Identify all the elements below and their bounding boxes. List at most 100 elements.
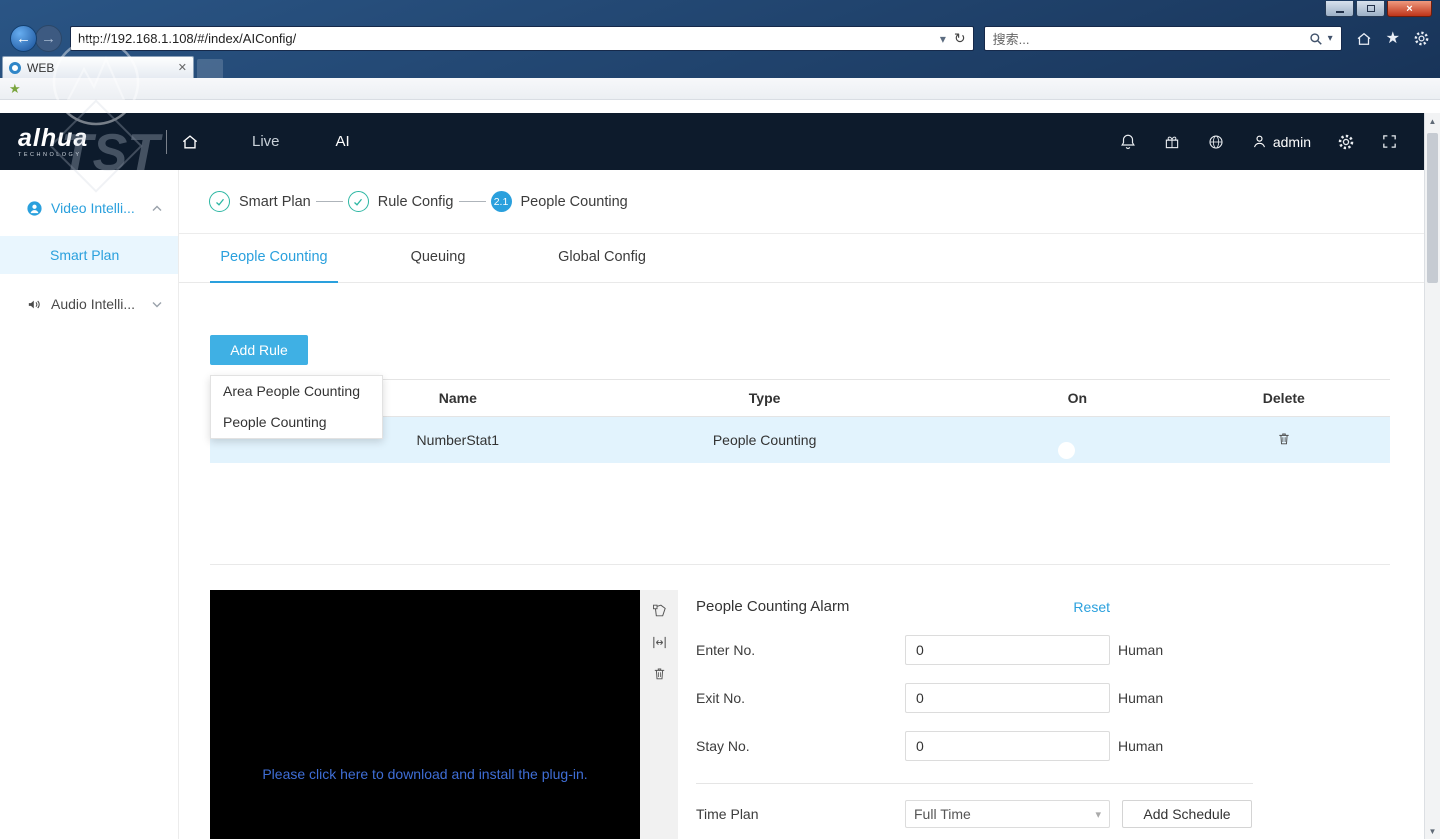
search-icon[interactable]: [1309, 32, 1323, 46]
sidebar-item-audio-intelligence[interactable]: Audio Intelli...: [0, 282, 178, 326]
fullscreen-icon[interactable]: [1381, 133, 1398, 150]
dahua-logo: alhua TECHNOLOGY: [0, 125, 166, 158]
add-rule-dropdown: Area People Counting People Counting: [210, 375, 383, 439]
chevron-up-icon: [152, 205, 162, 212]
brand-subtext: TECHNOLOGY: [18, 151, 82, 158]
add-rule-button[interactable]: Add Rule: [210, 335, 308, 365]
close-button[interactable]: ×: [1387, 1, 1432, 17]
step-label: Smart Plan: [239, 193, 311, 210]
time-plan-label: Time Plan: [696, 806, 759, 822]
col-header-delete: Delete: [1262, 390, 1305, 406]
new-tab-button[interactable]: [197, 59, 223, 78]
search-dropdown-icon[interactable]: ▾: [1328, 33, 1333, 44]
web-page: alhua TECHNOLOGY Live AI admin Video Int…: [0, 100, 1424, 839]
enter-no-label: Enter No.: [696, 642, 756, 658]
globe-icon[interactable]: [1207, 133, 1225, 151]
scrollbar-thumb[interactable]: [1427, 133, 1438, 283]
tab-title: WEB: [27, 60, 55, 75]
step-label: People Counting: [520, 193, 628, 210]
rules-table: Name Type On Delete NumberStat1 People C…: [210, 379, 1390, 565]
home-nav-icon[interactable]: [180, 132, 200, 152]
screen: × ← → http://192.168.1.108/#/index/AICon…: [0, 0, 1440, 839]
tab-close-icon[interactable]: ✕: [178, 61, 187, 74]
home-icon[interactable]: [1355, 30, 1373, 48]
tab-queuing[interactable]: Queuing: [374, 234, 502, 282]
favorites-icon[interactable]: ★: [1386, 30, 1400, 47]
close-icon: ×: [1406, 2, 1413, 15]
url-text: http://192.168.1.108/#/index/AIConfig/: [78, 31, 297, 46]
alarm-bell-icon[interactable]: [1119, 133, 1137, 151]
enter-no-unit: Human: [1118, 642, 1164, 658]
browser-tab[interactable]: WEB ✕: [2, 56, 194, 78]
col-header-on: On: [1067, 390, 1088, 406]
exit-no-unit: Human: [1118, 690, 1164, 706]
select-caret-icon: ▾: [1095, 808, 1101, 821]
user-menu[interactable]: admin: [1251, 133, 1311, 150]
header-right-icons: admin: [1119, 133, 1424, 151]
stay-no-input[interactable]: [905, 731, 1110, 761]
gear-icon[interactable]: [1337, 133, 1355, 151]
nav-ai[interactable]: AI: [336, 133, 350, 150]
draw-polygon-icon[interactable]: [651, 602, 668, 619]
rule-name: NumberStat1: [416, 432, 500, 448]
minimize-button[interactable]: [1325, 1, 1354, 17]
search-placeholder: 搜索...: [992, 32, 1030, 47]
settings-icon[interactable]: [1413, 30, 1430, 47]
scroll-up-arrow[interactable]: ▲: [1425, 113, 1440, 129]
preview-section: Please click here to download and instal…: [210, 590, 1390, 839]
maximize-button[interactable]: [1356, 1, 1385, 17]
menu-item-area-people-counting[interactable]: Area People Counting: [211, 376, 382, 407]
sidebar-item-smart-plan[interactable]: Smart Plan: [0, 236, 178, 274]
address-bar[interactable]: http://192.168.1.108/#/index/AIConfig/ ▾…: [70, 26, 974, 51]
delete-drawing-icon[interactable]: [652, 666, 667, 681]
col-header-type: Type: [748, 390, 781, 406]
plugin-download-link[interactable]: Please click here to download and instal…: [210, 766, 640, 782]
chevron-down-icon: [152, 301, 162, 308]
header-divider: [166, 129, 167, 154]
alarm-config-panel: People Counting Alarm Reset Enter No. Hu…: [696, 590, 1390, 839]
tab-people-counting[interactable]: People Counting: [210, 234, 338, 283]
time-plan-value: Full Time: [914, 806, 971, 822]
window-controls: ×: [1325, 1, 1432, 17]
reset-link[interactable]: Reset: [1073, 599, 1110, 615]
refresh-icon[interactable]: ↻: [954, 30, 966, 47]
page-scrollbar[interactable]: ▲ ▼: [1424, 113, 1440, 839]
minimize-icon: [1335, 10, 1344, 13]
add-schedule-button[interactable]: Add Schedule: [1122, 800, 1252, 828]
step-label: Rule Config: [377, 193, 454, 210]
adjust-width-icon[interactable]: [651, 634, 668, 651]
username: admin: [1272, 133, 1311, 150]
scroll-down-arrow[interactable]: ▼: [1425, 823, 1440, 839]
step-done-icon: [209, 191, 230, 212]
forward-button[interactable]: →: [35, 25, 62, 52]
back-button[interactable]: ←: [10, 25, 37, 52]
col-header-name: Name: [438, 390, 477, 406]
maximize-icon: [1366, 5, 1375, 12]
step-done-icon: [347, 191, 369, 212]
nav-live[interactable]: Live: [252, 133, 280, 150]
exit-no-row: Exit No. Human: [696, 683, 1390, 713]
exit-no-input[interactable]: [905, 683, 1110, 713]
gift-icon[interactable]: [1163, 133, 1181, 151]
menu-item-people-counting[interactable]: People Counting: [211, 407, 382, 438]
tab-favicon: [9, 61, 21, 74]
step-current-badge: 2.1: [490, 191, 512, 212]
time-plan-row: Time Plan Full Time ▾ Add Schedule: [696, 800, 1390, 828]
url-dropdown-icon[interactable]: ▾: [940, 32, 946, 46]
sidebar-item-video-intelligence[interactable]: Video Intelli...: [0, 186, 178, 230]
favorites-star-icon[interactable]: ★: [9, 81, 21, 97]
stay-no-label: Stay No.: [696, 738, 750, 754]
browser-search-input[interactable]: 搜索... ▾: [983, 26, 1342, 51]
browser-address-row: ← → http://192.168.1.108/#/index/AIConfi…: [0, 22, 1440, 55]
draw-toolbar: [640, 590, 678, 839]
enter-no-input[interactable]: [905, 635, 1110, 665]
content-tabs: People Counting Queuing Global Config: [179, 234, 1424, 283]
scrollbar-gap: [1424, 100, 1440, 113]
delete-rule-button[interactable]: [1276, 431, 1291, 446]
favorites-bar: ★: [0, 78, 1440, 100]
tab-global-config[interactable]: Global Config: [538, 234, 666, 282]
app-header: alhua TECHNOLOGY Live AI admin: [0, 113, 1424, 170]
step-connector: [315, 201, 343, 202]
time-plan-select[interactable]: Full Time ▾: [905, 800, 1110, 828]
user-icon: [1251, 133, 1268, 150]
